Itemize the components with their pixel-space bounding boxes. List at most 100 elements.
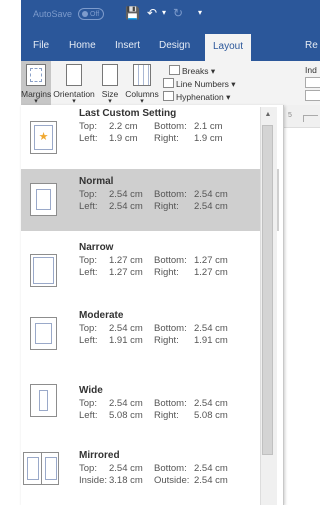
- margin-guides: [27, 457, 39, 480]
- margin-option-normal[interactable]: Normal Top: 2.54 cm Bottom: 2.54 cm Left…: [21, 169, 279, 231]
- value-top: 2.54 cm: [109, 189, 143, 200]
- label-bottom: Bottom:: [154, 323, 187, 334]
- option-title: Wide: [79, 385, 103, 396]
- scrollbar-thumb[interactable]: [262, 125, 273, 455]
- value-top: 2.54 cm: [109, 323, 143, 334]
- page-thumbnail: [30, 254, 57, 287]
- hyphenation-button[interactable]: Hyphenation ▾: [163, 91, 230, 103]
- scroll-up-arrow-icon[interactable]: ▲: [263, 110, 273, 120]
- size-button[interactable]: Size ▾: [97, 61, 123, 105]
- hyphenation-icon: [163, 91, 174, 101]
- tab-file[interactable]: File: [33, 40, 49, 51]
- label-left: Left:: [79, 410, 98, 421]
- ribbon-tabs: File Home Insert Design Layout Re: [21, 31, 320, 61]
- indent-right-input[interactable]: [305, 90, 320, 101]
- value-top: 2.54 cm: [109, 463, 143, 474]
- value-inside: 3.18 cm: [109, 475, 143, 486]
- undo-dropdown-icon[interactable]: ▾: [157, 6, 171, 20]
- label-bottom: Bottom:: [154, 255, 187, 266]
- save-icon[interactable]: 💾: [125, 6, 140, 20]
- redo-icon[interactable]: ↻: [171, 6, 185, 20]
- label-left: Left:: [79, 335, 98, 346]
- margin-guides: [36, 189, 51, 210]
- autosave-label: AutoSave: [33, 9, 73, 19]
- label-top: Top:: [79, 463, 97, 474]
- orientation-icon: [66, 64, 82, 86]
- line-numbers-label: Line Numbers: [176, 79, 229, 89]
- label-left: Left:: [79, 201, 98, 212]
- label-right: Right:: [154, 335, 179, 346]
- ruler-number: 5: [288, 112, 292, 119]
- qat-more-icon[interactable]: ▾: [193, 6, 207, 20]
- tab-home[interactable]: Home: [69, 40, 96, 51]
- label-bottom: Bottom:: [154, 121, 187, 132]
- value-right: 1.91 cm: [194, 335, 228, 346]
- margin-option-moderate[interactable]: Moderate Top: 2.54 cm Bottom: 2.54 cm Le…: [21, 303, 279, 365]
- page-divider: [41, 453, 42, 484]
- tab-insert[interactable]: Insert: [115, 40, 140, 51]
- orientation-button[interactable]: Orientation ▾: [53, 61, 95, 105]
- margin-option-wide[interactable]: Wide Top: 2.54 cm Bottom: 2.54 cm Left: …: [21, 370, 279, 432]
- margins-icon: [26, 64, 46, 86]
- value-bottom: 2.54 cm: [194, 463, 228, 474]
- label-top: Top:: [79, 323, 97, 334]
- option-title: Mirrored: [79, 450, 120, 461]
- value-right: 2.54 cm: [194, 201, 228, 212]
- page-thumbnail: [30, 384, 57, 417]
- autosave-toggle[interactable]: Off: [78, 8, 104, 20]
- value-left: 1.9 cm: [109, 133, 138, 144]
- tab-references[interactable]: Re: [305, 40, 318, 51]
- label-bottom: Bottom:: [154, 463, 187, 474]
- value-bottom: 2.54 cm: [194, 323, 228, 334]
- margin-guides: [39, 390, 48, 411]
- label-outside: Outside:: [154, 475, 190, 486]
- value-left: 5.08 cm: [109, 410, 143, 421]
- page-thumbnail: ★: [30, 121, 57, 154]
- star-icon: ★: [38, 131, 49, 143]
- margin-guides: [35, 323, 52, 344]
- label-right: Right:: [154, 267, 179, 278]
- value-left: 1.91 cm: [109, 335, 143, 346]
- line-numbers-button[interactable]: Line Numbers ▾: [163, 78, 236, 90]
- label-top: Top:: [79, 189, 97, 200]
- columns-button[interactable]: Columns ▾: [125, 61, 159, 105]
- tab-layout[interactable]: Layout: [205, 34, 252, 61]
- indent-left-input[interactable]: [305, 77, 320, 88]
- title-bar: AutoSave Off 💾 ↶ ▾ ↻ ▾: [21, 0, 320, 31]
- margin-option-last-custom[interactable]: ★ Last Custom Setting Top: 2.2 cm Bottom…: [21, 107, 279, 169]
- value-bottom: 1.27 cm: [194, 255, 228, 266]
- value-outside: 2.54 cm: [194, 475, 228, 486]
- label-top: Top:: [79, 398, 97, 409]
- option-title: Moderate: [79, 310, 124, 321]
- value-right: 1.9 cm: [194, 133, 223, 144]
- tab-design[interactable]: Design: [159, 40, 190, 51]
- label-inside: Inside:: [79, 475, 107, 486]
- value-top: 1.27 cm: [109, 255, 143, 266]
- margin-option-mirrored[interactable]: Mirrored Top: 2.54 cm Bottom: 2.54 cm In…: [21, 440, 279, 502]
- value-top: 2.54 cm: [109, 398, 143, 409]
- margins-dropdown: ★ Last Custom Setting Top: 2.2 cm Bottom…: [21, 105, 284, 505]
- value-bottom: 2.54 cm: [194, 189, 228, 200]
- value-bottom: 2.54 cm: [194, 398, 228, 409]
- ruler-tick: [303, 115, 318, 122]
- breaks-label: Breaks: [182, 66, 209, 76]
- value-bottom: 2.1 cm: [194, 121, 223, 132]
- label-right: Right:: [154, 133, 179, 144]
- columns-icon: [133, 64, 151, 86]
- margin-guides: [45, 457, 57, 480]
- value-top: 2.2 cm: [109, 121, 138, 132]
- label-bottom: Bottom:: [154, 398, 187, 409]
- breaks-button[interactable]: Breaks ▾: [169, 65, 215, 77]
- hyphenation-label: Hyphenation: [176, 92, 224, 102]
- indent-label: Ind: [305, 65, 317, 75]
- label-top: Top:: [79, 255, 97, 266]
- label-left: Left:: [79, 133, 98, 144]
- page-thumbnail: [30, 183, 57, 216]
- label-left: Left:: [79, 267, 98, 278]
- toggle-knob: [82, 11, 88, 17]
- autosave-state: Off: [90, 11, 100, 18]
- margins-button[interactable]: Margins ▾: [21, 61, 51, 105]
- option-title: Last Custom Setting: [79, 108, 177, 119]
- option-title: Normal: [79, 176, 114, 187]
- margin-option-narrow[interactable]: Narrow Top: 1.27 cm Bottom: 1.27 cm Left…: [21, 240, 279, 302]
